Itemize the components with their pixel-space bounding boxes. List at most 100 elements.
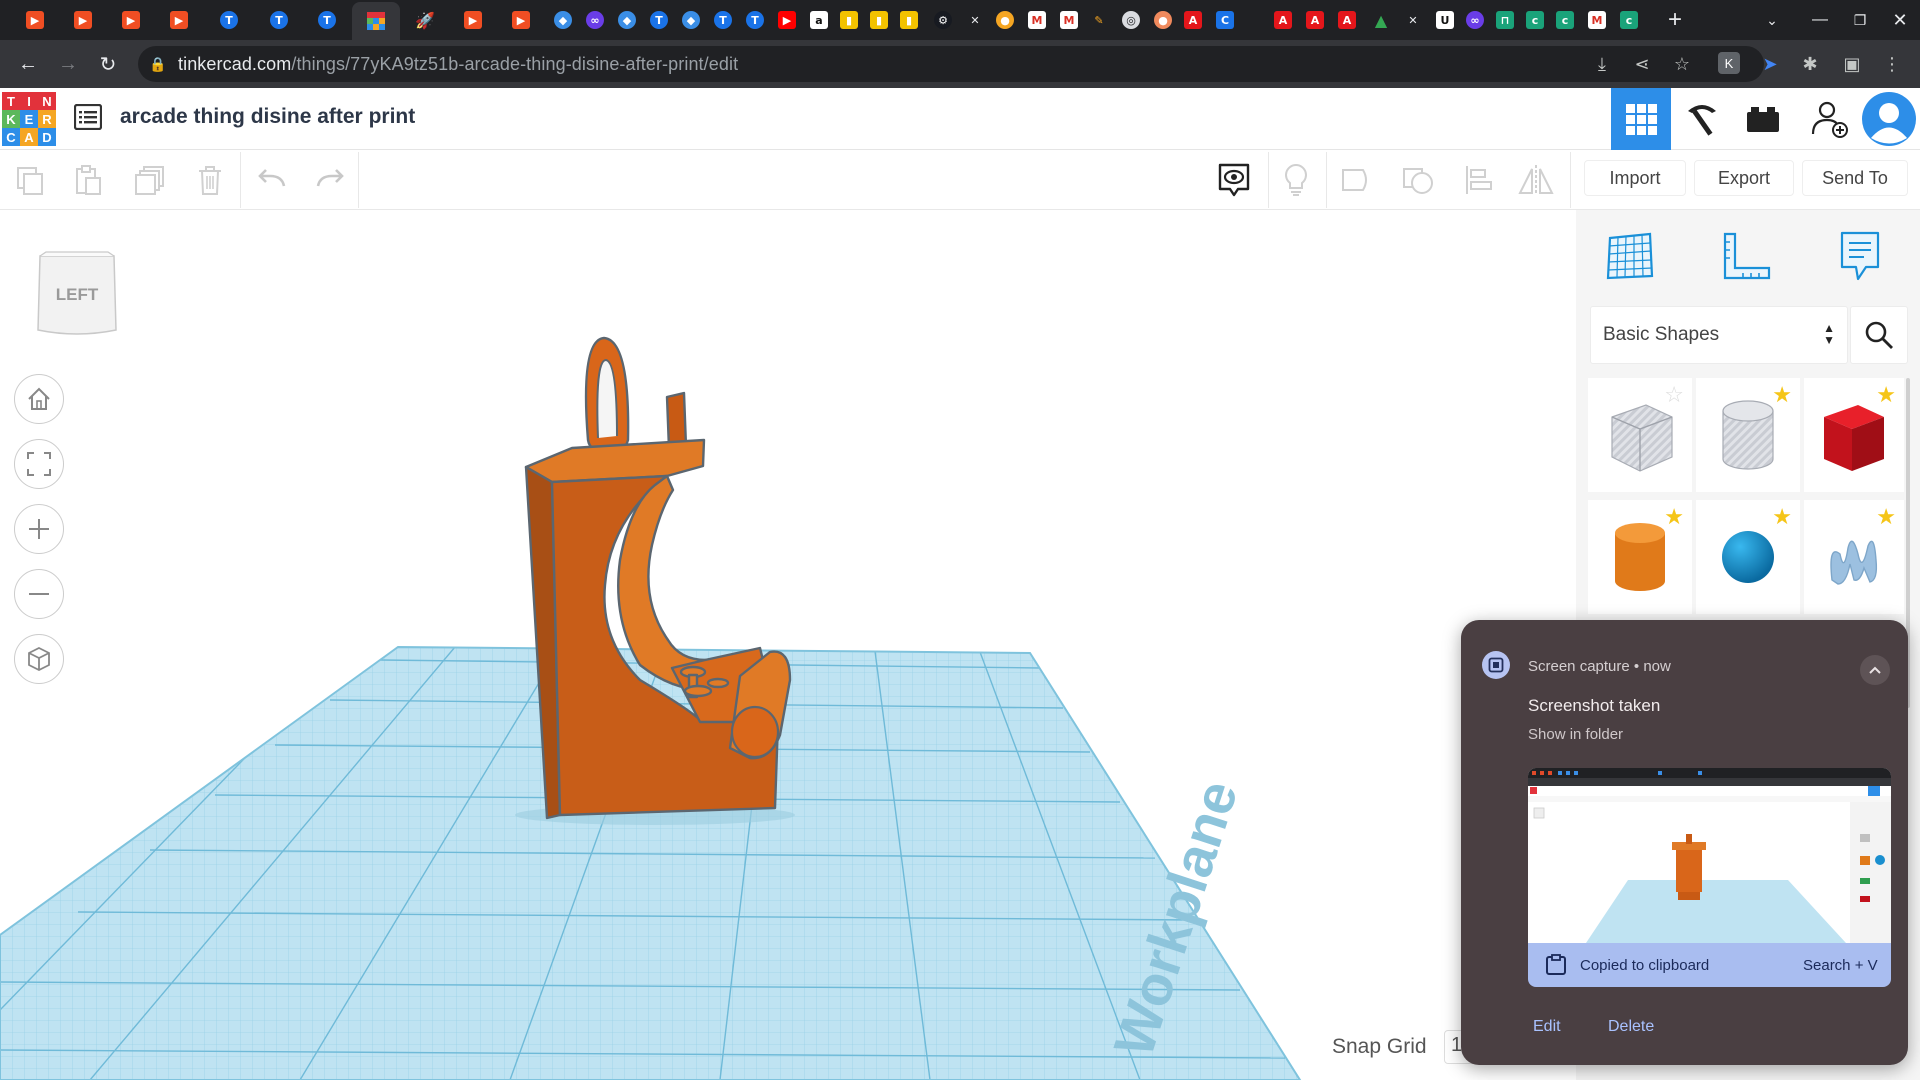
new-tab-button[interactable]: +	[1660, 6, 1690, 34]
home-view-button[interactable]	[14, 374, 64, 424]
side-panel-icon[interactable]: ▣	[1838, 50, 1866, 78]
tab-search-button[interactable]: ⌄	[1750, 0, 1794, 40]
browser-tab[interactable]: ✎	[1084, 6, 1114, 34]
browser-tab[interactable]: M	[1582, 6, 1612, 34]
extensions-puzzle-icon[interactable]: ✱	[1796, 50, 1824, 78]
browser-tab[interactable]: T	[312, 6, 342, 34]
chrome-menu-icon[interactable]: ⋮	[1878, 50, 1906, 78]
browser-tab[interactable]: T	[740, 6, 770, 34]
browser-tab[interactable]: ◆	[676, 6, 706, 34]
browser-tab[interactable]: c	[1550, 6, 1580, 34]
notes-button[interactable]	[1274, 158, 1318, 202]
favorite-star-icon[interactable]: ★	[1772, 384, 1792, 406]
edit-screenshot-button[interactable]: Edit	[1533, 1018, 1561, 1036]
toggle-visibility-button[interactable]	[1212, 158, 1256, 202]
3d-design-view-button[interactable]	[1611, 88, 1671, 150]
browser-tab[interactable]: ◆	[548, 6, 578, 34]
browser-tab-active[interactable]	[352, 2, 400, 40]
url-text[interactable]: tinkercad.com/things/77yKA9tz51b-arcade-…	[178, 54, 738, 75]
browser-tab[interactable]: M	[1022, 6, 1052, 34]
favorite-star-icon[interactable]: ★	[1876, 506, 1896, 528]
workplane-tool-button[interactable]	[1600, 226, 1660, 286]
browser-tab[interactable]: ▶	[116, 6, 146, 34]
browser-tab[interactable]: ▮	[894, 6, 924, 34]
account-avatar[interactable]	[1858, 88, 1920, 150]
3d-canvas[interactable]: Workplane	[0, 210, 1576, 1080]
notification-collapse-button[interactable]	[1860, 655, 1890, 685]
duplicate-button[interactable]	[128, 158, 172, 202]
group-button[interactable]	[1334, 158, 1378, 202]
export-button[interactable]: Export	[1694, 160, 1794, 196]
browser-tab[interactable]: U	[1430, 6, 1460, 34]
design-list-icon[interactable]	[74, 104, 102, 130]
browser-tab[interactable]: ◆	[612, 6, 642, 34]
delete-button[interactable]	[188, 158, 232, 202]
browser-tab[interactable]: T	[644, 6, 674, 34]
align-button[interactable]	[1456, 158, 1500, 202]
browser-tab[interactable]: ∞	[580, 6, 610, 34]
browser-tab[interactable]: ▲	[1366, 6, 1396, 34]
view-cube[interactable]: LEFT	[36, 250, 118, 338]
install-app-icon[interactable]: ⤓	[1588, 50, 1616, 78]
browser-tab[interactable]: c	[1614, 6, 1644, 34]
share-icon[interactable]: ⋖	[1628, 50, 1656, 78]
copy-button[interactable]	[8, 158, 52, 202]
browser-tab[interactable]: ✕	[960, 6, 990, 34]
browser-tab[interactable]: a	[804, 6, 834, 34]
browser-tab[interactable]: ▶	[68, 6, 98, 34]
browser-tab[interactable]: A	[1268, 6, 1298, 34]
browser-tab[interactable]: ⊓	[1490, 6, 1520, 34]
extension-cursor-icon[interactable]: ➤	[1756, 50, 1784, 78]
favorite-star-icon[interactable]: ☆	[1664, 384, 1684, 406]
bookmark-star-icon[interactable]: ☆	[1668, 50, 1696, 78]
browser-tab[interactable]: M	[1054, 6, 1084, 34]
delete-screenshot-button[interactable]: Delete	[1608, 1018, 1654, 1036]
back-button[interactable]: ←	[12, 48, 44, 80]
browser-tab[interactable]: A	[1178, 6, 1208, 34]
design-title[interactable]: arcade thing disine after print	[120, 105, 415, 129]
favorite-star-icon[interactable]: ★	[1772, 506, 1792, 528]
browser-tab[interactable]: c	[1520, 6, 1550, 34]
browser-tab[interactable]: 🚀	[410, 6, 440, 34]
browser-tab[interactable]: ▶	[164, 6, 194, 34]
favorite-star-icon[interactable]: ★	[1876, 384, 1896, 406]
zoom-out-button[interactable]	[14, 569, 64, 619]
forward-button[interactable]: →	[52, 48, 84, 80]
browser-tab[interactable]: ▮	[834, 6, 864, 34]
bricks-view-button[interactable]	[1733, 88, 1793, 150]
redo-button[interactable]	[308, 158, 352, 202]
browser-tab[interactable]: ⚙	[928, 6, 958, 34]
fit-view-button[interactable]	[14, 439, 64, 489]
paste-button[interactable]	[66, 158, 110, 202]
minecraft-view-button[interactable]	[1672, 88, 1732, 150]
ruler-tool-button[interactable]	[1716, 226, 1776, 286]
notes-tool-button[interactable]	[1830, 226, 1890, 286]
browser-tab[interactable]: T	[708, 6, 738, 34]
shape-tile-box-hole[interactable]: ☆	[1588, 378, 1692, 492]
browser-tab[interactable]: ∞	[1460, 6, 1490, 34]
shape-tile-sphere[interactable]: ★	[1696, 500, 1800, 614]
screenshot-thumbnail[interactable]	[1528, 768, 1891, 943]
browser-tab[interactable]: T	[264, 6, 294, 34]
zoom-in-button[interactable]	[14, 504, 64, 554]
browser-tab[interactable]: T	[214, 6, 244, 34]
browser-tab[interactable]: A	[1300, 6, 1330, 34]
browser-tab[interactable]: ▮	[864, 6, 894, 34]
restore-button[interactable]: ❐	[1838, 0, 1882, 40]
browser-tab[interactable]: ●	[1148, 6, 1178, 34]
browser-tab[interactable]: ▶	[772, 6, 802, 34]
browser-tab[interactable]: C	[1210, 6, 1240, 34]
browser-tab[interactable]: ●	[990, 6, 1020, 34]
show-in-folder-link[interactable]: Show in folder	[1528, 726, 1623, 743]
browser-tab[interactable]: ▶	[20, 6, 50, 34]
undo-button[interactable]	[250, 158, 294, 202]
shape-tile-cylinder[interactable]: ★	[1588, 500, 1692, 614]
browser-tab[interactable]: ▶	[458, 6, 488, 34]
shape-tile-cylinder-hole[interactable]: ★	[1696, 378, 1800, 492]
favorite-star-icon[interactable]: ★	[1664, 506, 1684, 528]
close-window-button[interactable]: ✕	[1878, 0, 1920, 40]
import-button[interactable]: Import	[1584, 160, 1686, 196]
shape-tile-scribble[interactable]: ★	[1804, 500, 1904, 614]
arcade-cabinet-model[interactable]	[515, 336, 795, 825]
browser-tab[interactable]: ✕	[1398, 6, 1428, 34]
